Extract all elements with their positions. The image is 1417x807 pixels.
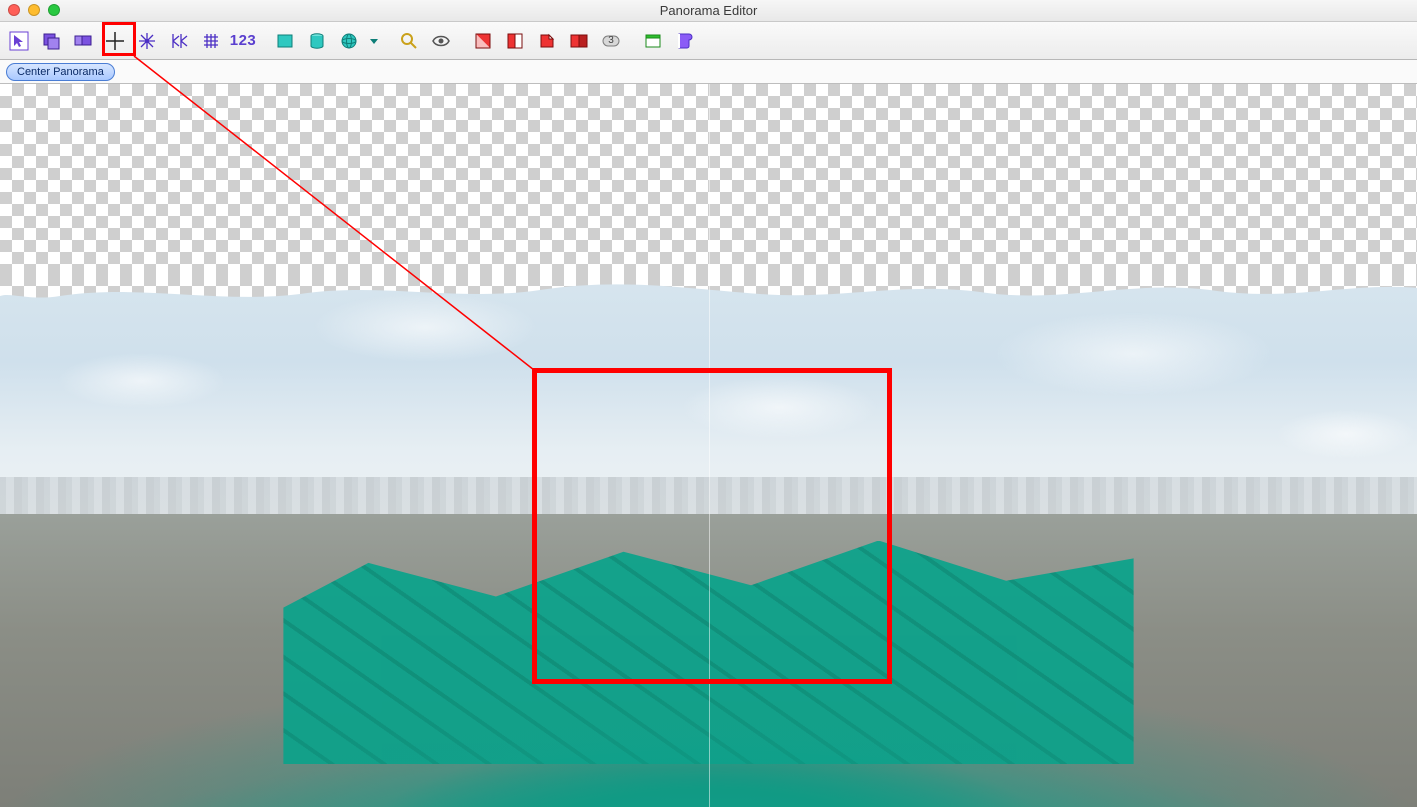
mask-count-badge: 3 xyxy=(608,35,614,46)
numbers-icon: 123 xyxy=(226,32,261,49)
move-image-tool[interactable] xyxy=(36,26,66,56)
annotation-canvas-highlight xyxy=(532,368,892,684)
secondary-toolbar: Center Panorama xyxy=(0,60,1417,84)
cylinder-icon xyxy=(307,31,327,51)
mask-count-indicator[interactable]: 3 xyxy=(596,26,626,56)
mask-dual-icon xyxy=(569,31,589,51)
mask-split-icon xyxy=(505,31,525,51)
orbit-icon xyxy=(137,31,157,51)
pointer-icon xyxy=(9,31,29,51)
straighten-icon xyxy=(169,31,189,51)
crop-icon xyxy=(275,31,295,51)
projection-dropdown[interactable] xyxy=(366,26,382,56)
window-title: Panorama Editor xyxy=(0,0,1417,22)
center-panorama-button[interactable]: Center Panorama xyxy=(6,63,115,81)
mask-tool-1[interactable] xyxy=(468,26,498,56)
preview-icon xyxy=(431,31,451,51)
main-toolbar: 123 xyxy=(0,22,1417,60)
straighten-tool[interactable] xyxy=(164,26,194,56)
orbit-tool[interactable] xyxy=(132,26,162,56)
help-icon xyxy=(675,31,695,51)
mask-tool-3[interactable] xyxy=(532,26,562,56)
mask-red-icon xyxy=(473,31,493,51)
mask-fold-icon xyxy=(537,31,557,51)
preview-toggle[interactable] xyxy=(426,26,456,56)
mask-tool-4[interactable] xyxy=(564,26,594,56)
crop-projection-tool[interactable] xyxy=(270,26,300,56)
sphere-icon xyxy=(339,31,359,51)
level-icon xyxy=(201,31,221,51)
move-group-tool[interactable] xyxy=(68,26,98,56)
center-panorama-icon xyxy=(105,31,125,51)
detail-window-button[interactable] xyxy=(638,26,668,56)
move-image-icon xyxy=(41,31,61,51)
titlebar: Panorama Editor xyxy=(0,0,1417,22)
pointer-tool[interactable] xyxy=(4,26,34,56)
zoom-icon xyxy=(399,31,419,51)
dropdown-icon xyxy=(369,36,379,46)
zoom-tool[interactable] xyxy=(394,26,424,56)
center-panorama-tool[interactable] xyxy=(100,26,130,56)
cylinder-projection-tool[interactable] xyxy=(302,26,332,56)
mask-tool-2[interactable] xyxy=(500,26,530,56)
help-button[interactable] xyxy=(670,26,700,56)
level-tool[interactable] xyxy=(196,26,226,56)
sphere-projection-tool[interactable] xyxy=(334,26,364,56)
move-group-icon xyxy=(73,31,93,51)
numbers-toggle[interactable]: 123 xyxy=(228,26,258,56)
window-icon xyxy=(643,31,663,51)
